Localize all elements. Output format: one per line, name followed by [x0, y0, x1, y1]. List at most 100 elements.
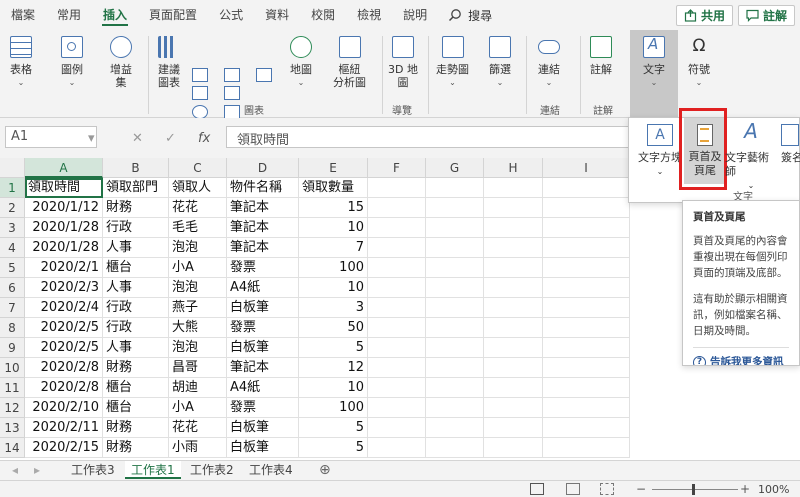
table-cell[interactable]: 2020/1/28	[25, 218, 103, 238]
enter-icon[interactable]: ✓	[165, 131, 176, 146]
table-cell[interactable]: 5	[299, 338, 368, 358]
table-cell[interactable]: 白板筆	[227, 338, 299, 358]
table-cell[interactable]: A4紙	[227, 278, 299, 298]
sheet-tab-3[interactable]: 工作表3	[65, 461, 121, 479]
row-header[interactable]: 2	[0, 198, 25, 218]
table-cell[interactable]: 胡迪	[169, 378, 227, 398]
sheet-tab-4[interactable]: 工作表4	[243, 461, 299, 479]
table-cell[interactable]: 5	[299, 418, 368, 438]
table-cell[interactable]: 燕子	[169, 298, 227, 318]
table-cell[interactable]: 白板筆	[227, 438, 299, 458]
table-cell[interactable]	[484, 358, 543, 378]
table-cell[interactable]	[368, 298, 426, 318]
search-box[interactable]: 搜尋	[448, 7, 492, 24]
hierarchy-chart-icon[interactable]	[224, 68, 240, 82]
table-cell[interactable]	[368, 338, 426, 358]
table-cell[interactable]	[543, 298, 630, 318]
column-header[interactable]: I	[543, 158, 630, 178]
column-header[interactable]: H	[484, 158, 543, 178]
row-header[interactable]: 11	[0, 378, 25, 398]
wordart-button[interactable]: A 文字藝術師 ⌄	[725, 121, 777, 193]
table-cell[interactable]: 2020/2/5	[25, 338, 103, 358]
table-cell[interactable]: 7	[299, 238, 368, 258]
table-cell[interactable]: 筆記本	[227, 238, 299, 258]
table-cell[interactable]	[368, 378, 426, 398]
table-cell[interactable]	[426, 298, 484, 318]
table-cell[interactable]: 櫃台	[103, 378, 169, 398]
worksheet-grid[interactable]: A B C D E F G H I 1 領取時間 領取部門 領取人 物件名稱 領取數量 2 2020/1/12 財…	[0, 158, 630, 460]
row-header[interactable]: 7	[0, 298, 25, 318]
scatter-chart-icon[interactable]	[224, 105, 240, 119]
table-cell[interactable]: 領取數量	[299, 178, 368, 198]
table-cell[interactable]: 50	[299, 318, 368, 338]
table-cell[interactable]: 人事	[103, 238, 169, 258]
row-header[interactable]: 12	[0, 398, 25, 418]
table-cell[interactable]	[426, 258, 484, 278]
table-cell[interactable]: 2020/2/10	[25, 398, 103, 418]
table-cell[interactable]: 花花	[169, 418, 227, 438]
table-cell[interactable]: 櫃台	[103, 258, 169, 278]
pivot-chart-button[interactable]: 樞紐 分析圖	[333, 36, 366, 89]
row-header[interactable]: 13	[0, 418, 25, 438]
pie-chart-icon[interactable]	[192, 105, 208, 119]
illustrations-button[interactable]: 圖例 ⌄	[61, 36, 83, 89]
table-cell[interactable]	[426, 218, 484, 238]
table-cell[interactable]	[426, 338, 484, 358]
table-cell[interactable]: 物件名稱	[227, 178, 299, 198]
row-header[interactable]: 6	[0, 278, 25, 298]
table-cell[interactable]	[484, 178, 543, 198]
table-cell[interactable]	[368, 358, 426, 378]
page-layout-view-icon[interactable]	[566, 483, 580, 495]
statistic-chart-icon[interactable]	[224, 86, 240, 100]
table-button[interactable]: 表格 ⌄	[10, 36, 32, 89]
name-box-dropdown-icon[interactable]: ▾	[88, 131, 95, 146]
tab-data[interactable]: 資料	[254, 0, 300, 30]
table-cell[interactable]	[484, 438, 543, 458]
table-cell[interactable]	[368, 418, 426, 438]
maps-button[interactable]: 地圖 ⌄	[290, 36, 312, 89]
sheet-tab-2[interactable]: 工作表2	[184, 461, 240, 479]
tab-formulas[interactable]: 公式	[208, 0, 254, 30]
row-header[interactable]: 8	[0, 318, 25, 338]
table-cell[interactable]: 白板筆	[227, 298, 299, 318]
table-cell[interactable]: 花花	[169, 198, 227, 218]
table-cell[interactable]: 泡泡	[169, 238, 227, 258]
table-cell[interactable]	[426, 198, 484, 218]
column-header[interactable]: A	[25, 158, 103, 178]
table-cell[interactable]	[543, 258, 630, 278]
row-header[interactable]: 4	[0, 238, 25, 258]
tab-help[interactable]: 說明	[392, 0, 438, 30]
table-cell[interactable]	[484, 218, 543, 238]
table-cell[interactable]	[543, 438, 630, 458]
table-cell[interactable]	[543, 358, 630, 378]
signature-line-button[interactable]: 簽名	[781, 124, 800, 165]
table-cell[interactable]	[484, 378, 543, 398]
table-cell[interactable]: 3	[299, 298, 368, 318]
links-button[interactable]: 連結 ⌄	[538, 36, 560, 89]
table-cell[interactable]	[543, 378, 630, 398]
column-header[interactable]: C	[169, 158, 227, 178]
table-cell[interactable]: 行政	[103, 218, 169, 238]
textbox-button[interactable]: A 文字方塊 ⌄	[637, 124, 683, 179]
table-cell[interactable]: 櫃台	[103, 398, 169, 418]
row-header[interactable]: 1	[0, 178, 25, 198]
column-header[interactable]: D	[227, 158, 299, 178]
insert-function-icon[interactable]: fx	[198, 131, 210, 146]
table-cell[interactable]: 發票	[227, 258, 299, 278]
table-cell[interactable]: 筆記本	[227, 198, 299, 218]
zoom-slider-thumb[interactable]	[692, 484, 695, 495]
table-cell[interactable]: 大熊	[169, 318, 227, 338]
prev-sheet-icon[interactable]: ◂	[6, 461, 24, 479]
page-break-view-icon[interactable]	[600, 483, 614, 495]
table-cell[interactable]	[426, 278, 484, 298]
table-cell[interactable]	[368, 178, 426, 198]
table-cell[interactable]: 白板筆	[227, 418, 299, 438]
table-cell[interactable]: 5	[299, 438, 368, 458]
table-cell[interactable]	[543, 418, 630, 438]
table-cell[interactable]: 發票	[227, 398, 299, 418]
table-cell[interactable]	[543, 278, 630, 298]
table-cell[interactable]	[368, 258, 426, 278]
table-cell[interactable]: 行政	[103, 318, 169, 338]
table-cell[interactable]	[543, 398, 630, 418]
formula-input[interactable]: 領取時間	[226, 126, 636, 148]
